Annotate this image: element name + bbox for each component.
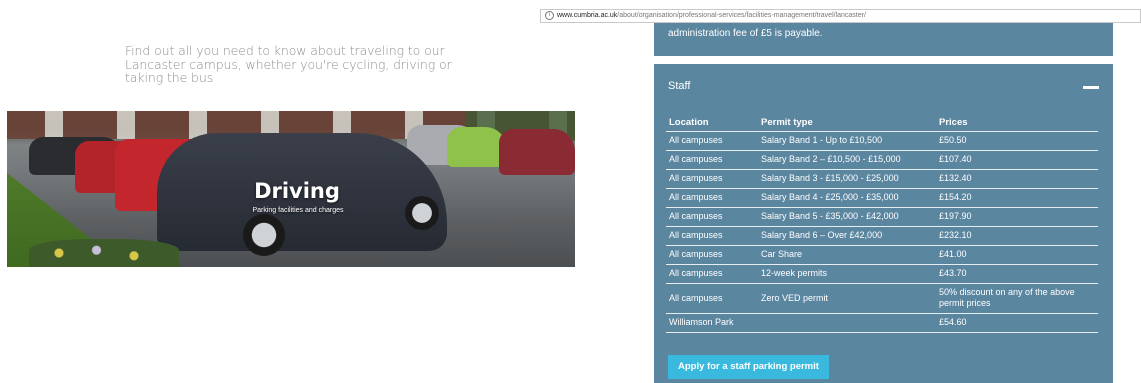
cell-permit-type: Salary Band 1 - Up to £10,500: [758, 131, 936, 151]
cell-price: 50% discount on any of the above permit …: [936, 283, 1098, 314]
previous-panel-text: administration fee of £5 is payable.: [668, 28, 823, 39]
cell-permit-type: Salary Band 3 - £15,000 - £25,000: [758, 169, 936, 189]
car-wheel: [243, 214, 285, 256]
cell-location: All campuses: [666, 264, 758, 284]
cell-price: £54.60: [936, 313, 1098, 333]
cell-location: All campuses: [666, 169, 758, 189]
cell-location: All campuses: [666, 226, 758, 246]
cell-permit-type: 12-week permits: [758, 264, 936, 284]
cell-permit-type: Car Share: [758, 245, 936, 265]
minus-icon[interactable]: [1083, 86, 1099, 89]
cell-price: £107.40: [936, 150, 1098, 170]
parked-car: [447, 127, 507, 167]
previous-accordion-panel: administration fee of £5 is payable.: [654, 23, 1113, 56]
header-prices: Prices: [936, 113, 1098, 132]
table-row: All campuses Salary Band 4 - £25,000 - £…: [666, 188, 1098, 208]
staff-panel-title[interactable]: Staff: [668, 80, 690, 92]
table-row: All campuses Salary Band 2 – £10,500 - £…: [666, 150, 1098, 170]
table-row: All campuses Car Share £41.00: [666, 245, 1098, 265]
driving-hero-banner[interactable]: Driving Parking facilities and charges: [7, 111, 575, 267]
apply-staff-permit-button[interactable]: Apply for a staff parking permit: [668, 355, 829, 379]
cell-price: £232.10: [936, 226, 1098, 246]
table-row: All campuses Salary Band 6 – Over £42,00…: [666, 226, 1098, 246]
cell-price: £41.00: [936, 245, 1098, 265]
info-icon[interactable]: i: [545, 10, 554, 20]
table-row: All campuses Salary Band 3 - £15,000 - £…: [666, 169, 1098, 189]
car-wheel: [405, 196, 439, 230]
cell-location: All campuses: [666, 245, 758, 265]
address-bar[interactable]: i www.cumbria.ac.uk/about/organisation/pr…: [540, 9, 1141, 23]
table-row: All campuses Zero VED permit 50% discoun…: [666, 283, 1098, 314]
cell-price: £43.70: [936, 264, 1098, 284]
cell-price: £50.50: [936, 131, 1098, 151]
staff-accordion-panel: Staff Location Permit type Prices All ca…: [654, 64, 1113, 383]
intro-text: Find out all you need to know about trav…: [125, 43, 452, 85]
cell-price: £132.40: [936, 169, 1098, 189]
cell-permit-type: Salary Band 5 - £35,000 - £42,000: [758, 207, 936, 227]
header-location: Location: [666, 113, 758, 132]
flower-bed: [29, 239, 179, 267]
cell-permit-type: Zero VED permit: [758, 283, 936, 314]
table-row: All campuses Salary Band 5 - £35,000 - £…: [666, 207, 1098, 227]
header-permit-type: Permit type: [758, 113, 936, 132]
hero-subtitle: Parking facilities and charges: [252, 207, 344, 214]
staff-permit-table: Location Permit type Prices All campuses…: [666, 113, 1098, 333]
table-row: All campuses Salary Band 1 - Up to £10,5…: [666, 131, 1098, 151]
parked-car: [499, 129, 575, 175]
cell-location: All campuses: [666, 283, 758, 314]
cell-permit-type: Salary Band 2 – £10,500 - £15,000: [758, 150, 936, 170]
cell-price: £197.90: [936, 207, 1098, 227]
cell-permit-type: Salary Band 6 – Over £42,000: [758, 226, 936, 246]
cell-location: All campuses: [666, 150, 758, 170]
table-row: All campuses 12-week permits £43.70: [666, 264, 1098, 284]
hero-title: Driving: [254, 179, 340, 203]
cell-location: Williamson Park: [666, 313, 758, 333]
url-path: /about/organisation/professional-service…: [617, 12, 866, 19]
table-row: Williamson Park £54.60: [666, 313, 1098, 333]
cell-location: All campuses: [666, 188, 758, 208]
cell-permit-type: Salary Band 4 - £25,000 - £35,000: [758, 188, 936, 208]
url-domain: www.cumbria.ac.uk: [557, 12, 618, 19]
cell-location: All campuses: [666, 207, 758, 227]
cell-permit-type: [758, 313, 936, 333]
cell-location: All campuses: [666, 131, 758, 151]
cell-price: £154.20: [936, 188, 1098, 208]
table-header-row: Location Permit type Prices: [666, 113, 1098, 132]
